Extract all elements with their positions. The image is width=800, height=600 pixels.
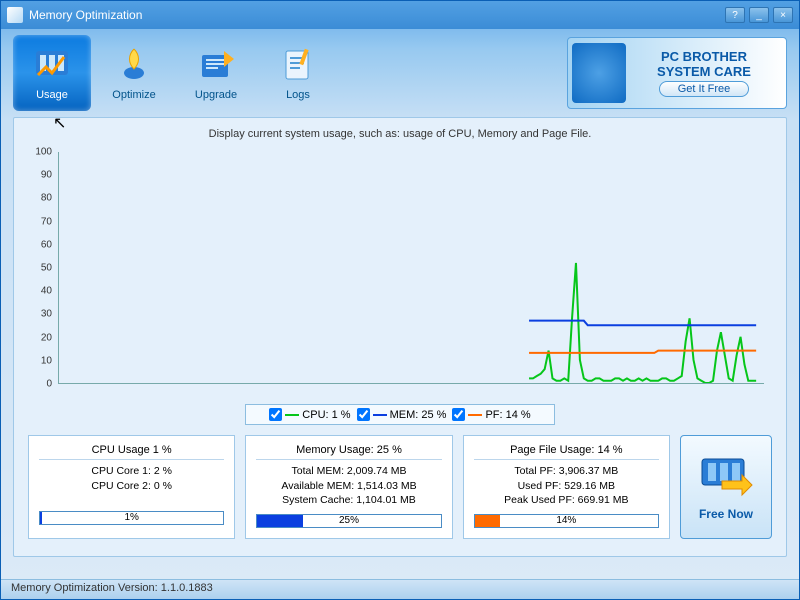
pf-title: Page File Usage: 14 % xyxy=(474,444,659,456)
legend-swatch xyxy=(373,414,387,416)
ad-line2: SYSTEM CARE xyxy=(626,64,782,79)
y-tick: 20 xyxy=(41,332,52,343)
legend-checkbox[interactable] xyxy=(452,408,465,421)
legend-label: MEM: 25 % xyxy=(390,409,447,421)
cpu-core1: CPU Core 1: 2 % xyxy=(39,464,224,479)
description: Display current system usage, such as: u… xyxy=(28,128,772,140)
cpu-title: CPU Usage 1 % xyxy=(39,444,224,456)
logs-icon xyxy=(276,45,320,85)
y-tick: 40 xyxy=(41,286,52,297)
legend-item[interactable]: PF: 14 % xyxy=(452,408,530,421)
pf-bar: 14% xyxy=(474,514,659,528)
series-pf xyxy=(529,351,756,353)
ad-line1: PC BROTHER xyxy=(626,49,782,64)
close-button[interactable]: × xyxy=(773,7,793,23)
tab-label: Optimize xyxy=(112,89,155,101)
tab-usage[interactable]: Usage xyxy=(13,35,91,111)
tab-label: Logs xyxy=(286,89,310,101)
minimize-button[interactable]: _ xyxy=(749,7,769,23)
help-button[interactable]: ? xyxy=(725,7,745,23)
legend-swatch xyxy=(468,414,482,416)
usage-icon xyxy=(30,45,74,85)
legend-swatch xyxy=(285,414,299,416)
stats-panels: CPU Usage 1 % CPU Core 1: 2 % CPU Core 2… xyxy=(28,435,772,539)
y-tick: 50 xyxy=(41,263,52,274)
tab-optimize[interactable]: Optimize xyxy=(95,35,173,111)
cpu-core2: CPU Core 2: 0 % xyxy=(39,479,224,494)
legend-item[interactable]: CPU: 1 % xyxy=(269,408,350,421)
mem-cache: System Cache: 1,104.01 MB xyxy=(256,493,441,508)
toolbar: Usage Optimize Upgrade Logs PC BROTHER SYST… xyxy=(1,29,799,117)
pf-total: Total PF: 3,906.37 MB xyxy=(474,464,659,479)
series-mem xyxy=(529,321,756,326)
tab-label: Upgrade xyxy=(195,89,237,101)
pf-panel: Page File Usage: 14 % Total PF: 3,906.37… xyxy=(463,435,670,539)
window-title: Memory Optimization xyxy=(29,8,725,22)
main-panel: Display current system usage, such as: u… xyxy=(13,117,787,557)
mem-panel: Memory Usage: 25 % Total MEM: 2,009.74 M… xyxy=(245,435,452,539)
legend-label: PF: 14 % xyxy=(485,409,530,421)
status-bar: Memory Optimization Version: 1.1.0.1883 xyxy=(1,579,799,599)
ad-mascot-icon xyxy=(572,43,626,103)
upgrade-icon xyxy=(194,45,238,85)
free-now-icon xyxy=(698,453,754,501)
ad-banner[interactable]: PC BROTHER SYSTEM CARE Get It Free xyxy=(567,37,787,109)
mem-title: Memory Usage: 25 % xyxy=(256,444,441,456)
usage-chart: 0 10 20 30 40 50 60 70 80 90 100 xyxy=(28,148,772,398)
y-tick: 0 xyxy=(46,379,52,390)
legend-label: CPU: 1 % xyxy=(302,409,350,421)
y-tick: 10 xyxy=(41,355,52,366)
app-icon xyxy=(7,7,23,23)
series-cpu xyxy=(529,263,756,383)
cpu-panel: CPU Usage 1 % CPU Core 1: 2 % CPU Core 2… xyxy=(28,435,235,539)
mem-total: Total MEM: 2,009.74 MB xyxy=(256,464,441,479)
mem-bar: 25% xyxy=(256,514,441,528)
app-window: Memory Optimization ? _ × UsageOptimizeU… xyxy=(0,0,800,600)
free-now-label: Free Now xyxy=(699,507,753,521)
y-tick: 60 xyxy=(41,239,52,250)
ad-button[interactable]: Get It Free xyxy=(659,81,749,97)
tab-upgrade[interactable]: Upgrade xyxy=(177,35,255,111)
title-bar: Memory Optimization ? _ × xyxy=(1,1,799,29)
cpu-bar: 1% xyxy=(39,511,224,525)
legend-checkbox[interactable] xyxy=(357,408,370,421)
free-now-button[interactable]: Free Now xyxy=(680,435,772,539)
y-tick: 90 xyxy=(41,170,52,181)
y-tick: 70 xyxy=(41,216,52,227)
legend-checkbox[interactable] xyxy=(269,408,282,421)
legend-item[interactable]: MEM: 25 % xyxy=(357,408,447,421)
chart-legend: CPU: 1 % MEM: 25 % PF: 14 % xyxy=(245,404,555,425)
y-tick: 30 xyxy=(41,309,52,320)
pf-used: Used PF: 529.16 MB xyxy=(474,479,659,494)
y-tick: 80 xyxy=(41,193,52,204)
y-tick: 100 xyxy=(35,147,52,158)
tab-logs[interactable]: Logs xyxy=(259,35,337,111)
optimize-icon xyxy=(112,45,156,85)
mem-avail: Available MEM: 1,514.03 MB xyxy=(256,479,441,494)
tab-label: Usage xyxy=(36,89,68,101)
pf-peak: Peak Used PF: 669.91 MB xyxy=(474,493,659,508)
